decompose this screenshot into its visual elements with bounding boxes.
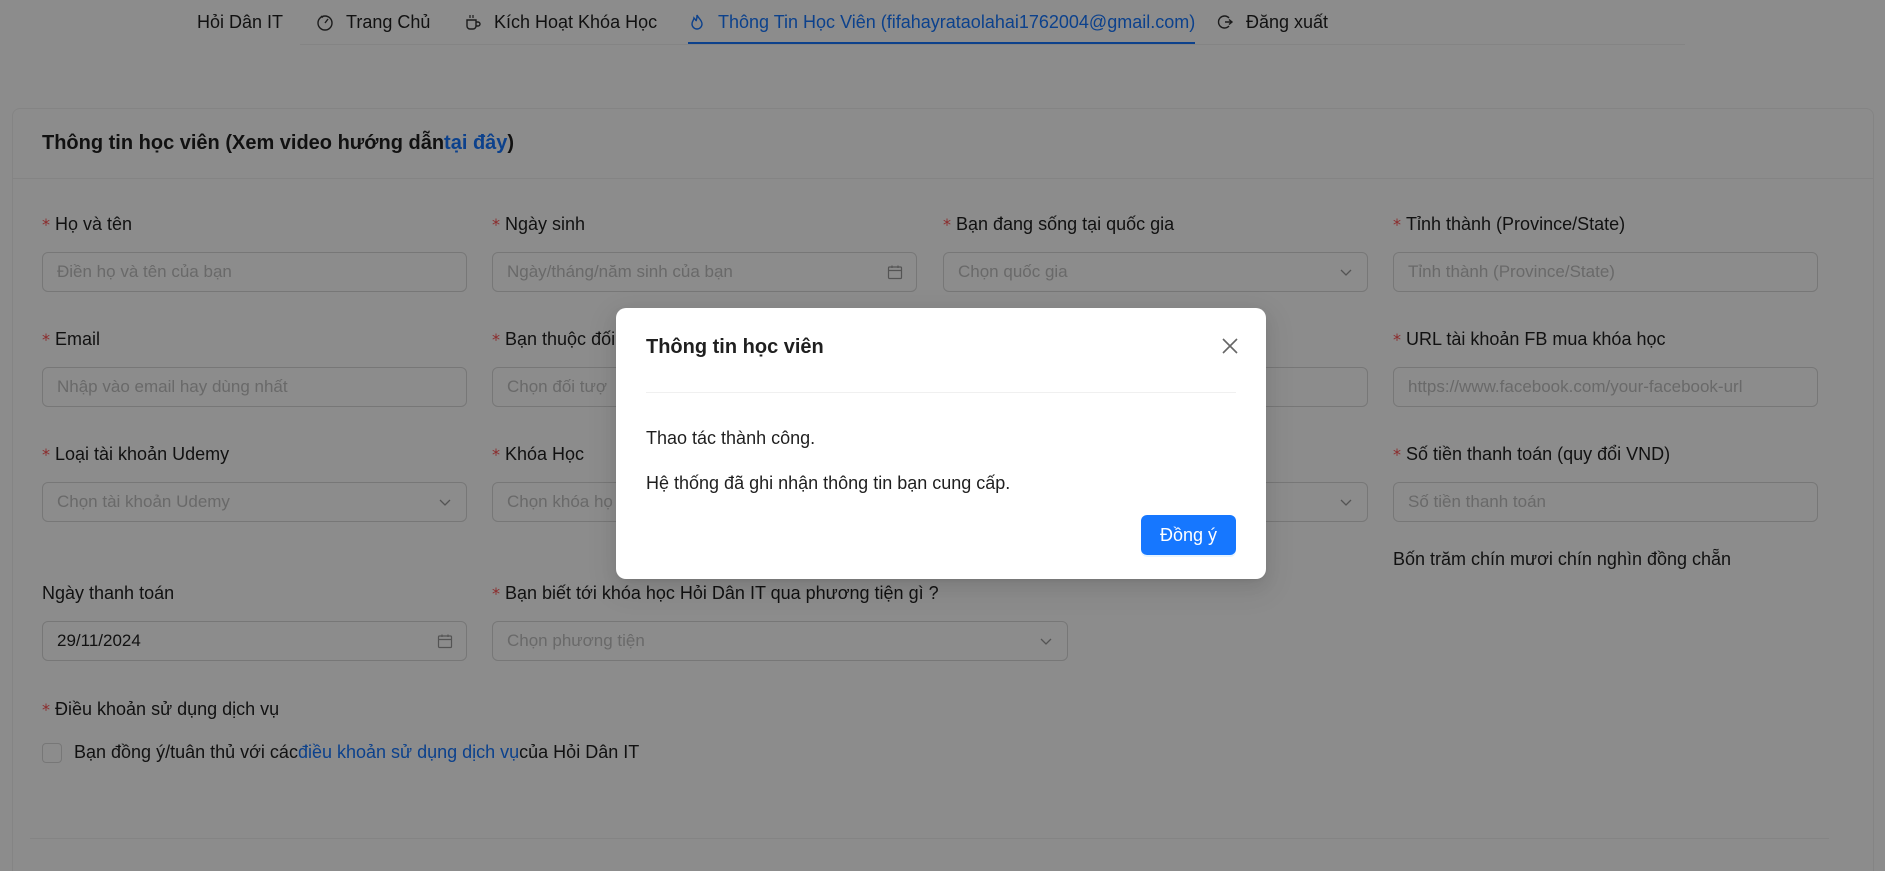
modal-title: Thông tin học viên	[646, 336, 824, 358]
close-icon[interactable]	[1216, 332, 1244, 360]
modal-message-success: Thao tác thành công.	[646, 428, 816, 448]
modal-divider	[646, 392, 1236, 393]
success-modal: Thông tin học viên Thao tác thành công. …	[616, 308, 1266, 579]
modal-message-detail: Hệ thống đã ghi nhận thông tin bạn cung …	[646, 473, 1011, 493]
ok-button[interactable]: Đồng ý	[1141, 515, 1236, 555]
